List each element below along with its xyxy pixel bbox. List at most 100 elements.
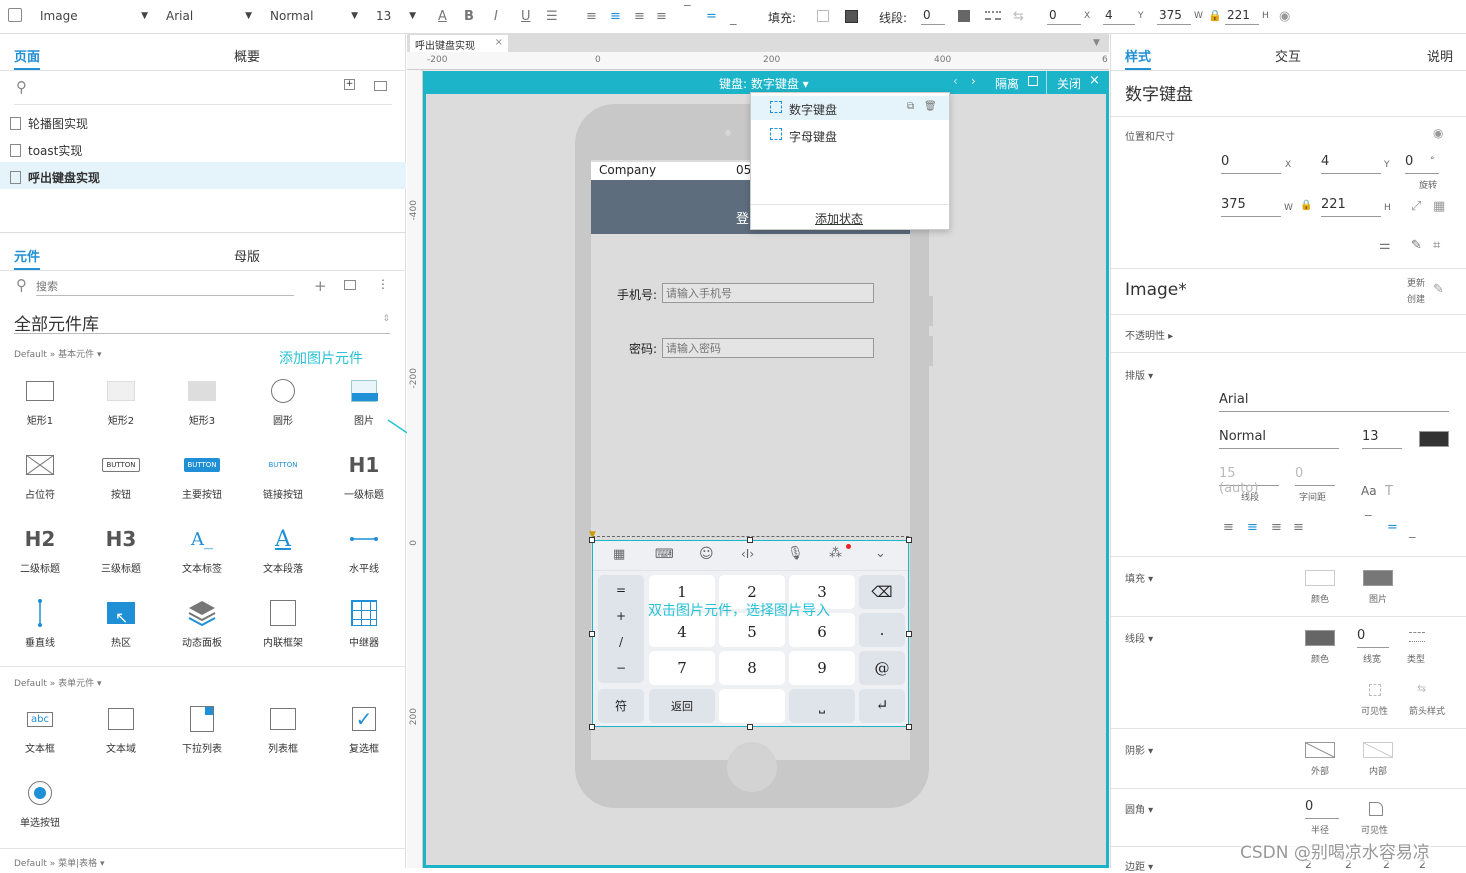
create-style-link[interactable]: 创建 [1407,292,1425,305]
resize-handle[interactable] [906,724,912,730]
line-style-icon[interactable] [985,11,1001,20]
crop-icon[interactable]: ⌗ [1433,238,1440,253]
tab-widgets[interactable]: 元件 [14,246,41,270]
widget-search-input[interactable] [36,278,294,296]
duplicate-icon[interactable]: ⧉ [907,101,914,112]
border-width-input[interactable]: 0 [1357,628,1389,648]
tab-masters[interactable]: 母版 [234,246,260,265]
widget-h3[interactable]: H3 三级标题 [91,522,151,575]
close-button[interactable]: 关闭 [1057,75,1081,92]
fill-section[interactable]: 填充 ▾ [1125,570,1153,585]
widget-textfield[interactable]: abc 文本框 [10,702,70,755]
widget-circle[interactable]: 圆形 [253,374,313,427]
widget-h1[interactable]: H1 一级标题 [334,448,394,501]
resize-handle[interactable] [747,537,753,543]
font-family-select[interactable]: Arial [1219,392,1449,412]
letter-spacing-input[interactable]: 0 [1295,466,1335,486]
valign-middle-icon[interactable]: = [1387,520,1398,535]
widget-iframe[interactable]: 内联框架 [253,596,313,649]
eye-icon[interactable]: ◉ [1433,126,1443,140]
widget-placeholder[interactable]: 占位符 [10,448,70,501]
search-icon[interactable]: ⚲ [16,78,27,96]
edit-style-icon[interactable]: ✎ [1433,282,1444,297]
text-case-icon[interactable]: Aa [1361,484,1377,498]
widget-button[interactable]: BUTTON 按钮 [91,448,151,501]
add-folder-icon[interactable] [374,81,387,91]
style-name[interactable]: Image* [1125,280,1187,300]
page-item[interactable]: toast实现 [10,142,82,159]
opacity-section[interactable]: 不透明性 ▸ [1125,327,1173,342]
chevron-left-icon[interactable]: ‹ [953,74,958,88]
h-input[interactable]: 221 [1321,197,1381,217]
page-item[interactable]: 轮播图实现 [10,115,88,132]
font-color-icon[interactable]: A [438,9,447,24]
widget-hotspot[interactable]: ↖ 热区 [91,596,151,649]
widget-rect1[interactable]: 矩形1 [10,374,70,427]
align-right-icon[interactable]: ≡ [1271,520,1282,535]
library-menu-icon[interactable] [344,280,356,290]
lock-icon[interactable]: 🔒 [1208,9,1222,22]
fill-color-swatch[interactable] [817,10,829,22]
arrow-style-icon[interactable]: ⇆ [1013,9,1024,24]
align-left-icon[interactable]: ≡ [1223,520,1234,535]
list-icon[interactable]: ☰ [546,9,558,24]
fit-icon[interactable]: ⤢ [1411,199,1421,214]
size-select[interactable]: 13 ▼ [370,6,420,28]
state-item-selected[interactable]: 数字键盘 ⧉ 🗑 [751,96,949,120]
tab-notes[interactable]: 说明 [1427,46,1453,65]
widget-h2[interactable]: H2 二级标题 [10,522,70,575]
section-menu[interactable]: Default » 菜单|表格 ▾ [14,856,105,869]
canvas-tab[interactable]: 呼出键盘实现 × [410,35,508,52]
font-size-input[interactable]: 13 [1362,429,1402,449]
grid-fit-icon[interactable]: ▦ [1433,199,1445,214]
y-input[interactable]: 4 [1321,154,1381,174]
delete-icon[interactable]: 🗑 [924,101,937,112]
padding-section[interactable]: 边距 ▾ [1125,858,1153,873]
outer-shadow-icon[interactable] [1305,742,1335,758]
fill-image-swatch[interactable] [1363,570,1393,586]
corner-visibility-icon[interactable] [1369,802,1383,816]
widget-hline[interactable]: 水平线 [334,522,394,575]
tab-style[interactable]: 样式 [1125,46,1152,70]
widget-repeater[interactable]: 中继器 [334,596,394,649]
align-left-icon[interactable]: ≡ [586,9,597,24]
y-input[interactable]: 4 [1103,7,1135,25]
valign-bottom-icon[interactable]: _ [1409,524,1416,539]
align-center-icon[interactable]: ≡ [1247,520,1258,535]
panel-state-select[interactable]: 键盘: 数字键盘 ▾ [719,75,809,92]
widget-text-label[interactable]: A_ 文本标签 [172,522,232,576]
widget-image[interactable]: 图片 [334,374,394,427]
border-section[interactable]: 线段 ▾ [1125,630,1153,645]
resize-handle[interactable] [906,537,912,543]
widget-textarea[interactable]: 文本域 [91,702,151,755]
fill-image-icon[interactable] [845,10,858,23]
widget-type-select[interactable]: Image ▼ [34,6,152,28]
isolate-button[interactable]: 隔离 [995,75,1019,92]
line-height-input[interactable]: 15 (auto) [1219,466,1279,496]
section-form[interactable]: Default » 表单元件 ▾ [14,676,102,689]
text-shadow-icon[interactable]: T [1385,484,1393,499]
align-right-icon[interactable]: ≡ [634,9,645,24]
italic-icon[interactable]: I [494,9,498,24]
eye-icon[interactable]: ◉ [1279,9,1290,24]
border-color-swatch[interactable] [1305,630,1335,646]
valign-top-icon[interactable]: ‾ [684,4,691,19]
line-width-input[interactable]: 0 [921,7,945,25]
resize-handle[interactable] [589,537,595,543]
font-select[interactable]: Arial ▼ [160,6,256,28]
widget-paragraph[interactable]: A 文本段落 [253,522,313,576]
lock-icon[interactable]: 🔒 [1300,200,1312,211]
valign-middle-icon[interactable]: = [706,9,717,24]
radius-input[interactable]: 0 [1305,799,1339,819]
add-library-icon[interactable]: + [314,277,327,295]
border-type-icon[interactable] [1409,632,1425,642]
widget-primary-button[interactable]: BUTTON 主要按钮 [172,448,232,501]
add-state-link[interactable]: 添加状态 [815,210,863,227]
x-input[interactable]: 0 [1047,7,1081,25]
align-justify-icon[interactable]: ≡ [656,9,667,24]
widget-listbox[interactable]: 列表框 [253,702,313,755]
w-input[interactable]: 375 [1221,197,1281,217]
align-center-icon[interactable]: ≡ [610,9,621,24]
chevron-right-icon[interactable]: › [971,74,976,88]
font-color-swatch[interactable] [1419,431,1449,447]
